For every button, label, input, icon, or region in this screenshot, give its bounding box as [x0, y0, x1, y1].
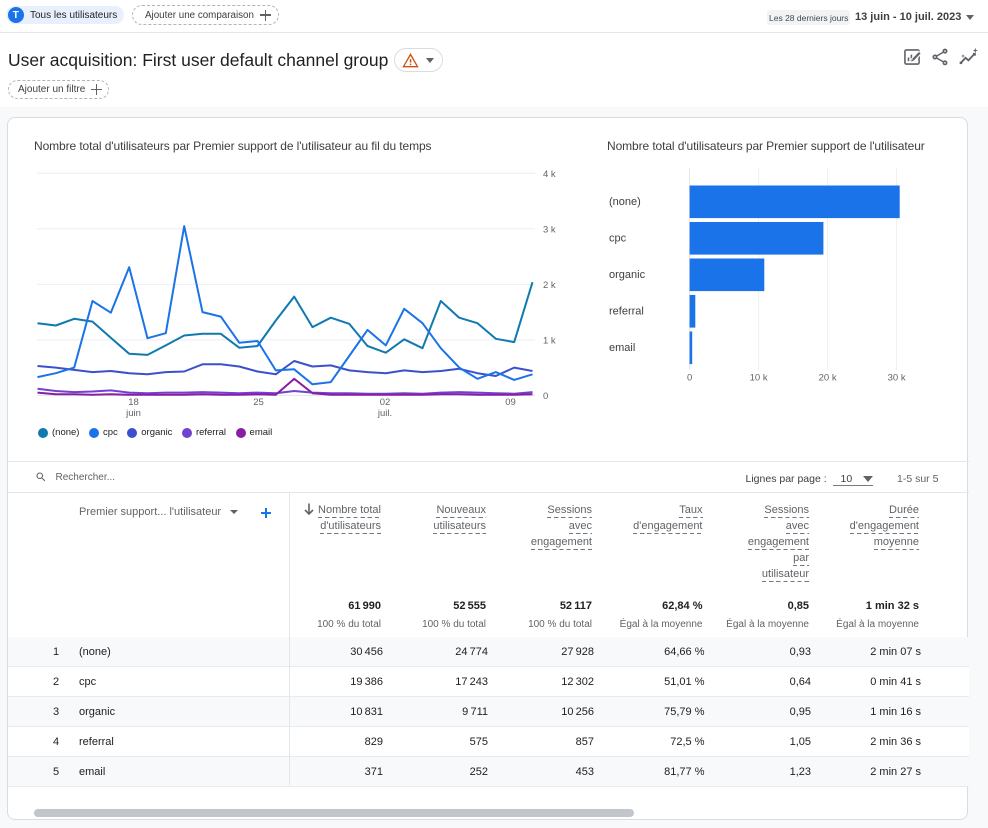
svg-text:20 k: 20 k [819, 373, 837, 384]
svg-text:0: 0 [543, 391, 548, 402]
svg-text:02: 02 [380, 397, 391, 408]
svg-text:30 k: 30 k [888, 373, 906, 384]
svg-text:09: 09 [505, 397, 516, 408]
svg-text:25: 25 [253, 397, 264, 408]
svg-text:0: 0 [687, 373, 692, 384]
svg-text:10 k: 10 k [750, 373, 768, 384]
svg-text:18: 18 [128, 397, 139, 408]
svg-text:1 k: 1 k [543, 335, 556, 346]
svg-text:organic: organic [609, 269, 646, 281]
svg-text:(none): (none) [609, 196, 641, 208]
svg-text:4 k: 4 k [543, 169, 556, 180]
svg-text:juin: juin [125, 408, 141, 419]
svg-text:referral: referral [609, 305, 644, 317]
svg-text:3 k: 3 k [543, 224, 556, 235]
svg-text:email: email [609, 342, 635, 354]
svg-text:cpc: cpc [609, 232, 627, 244]
svg-text:juil.: juil. [377, 408, 392, 419]
svg-text:2 k: 2 k [543, 280, 556, 291]
